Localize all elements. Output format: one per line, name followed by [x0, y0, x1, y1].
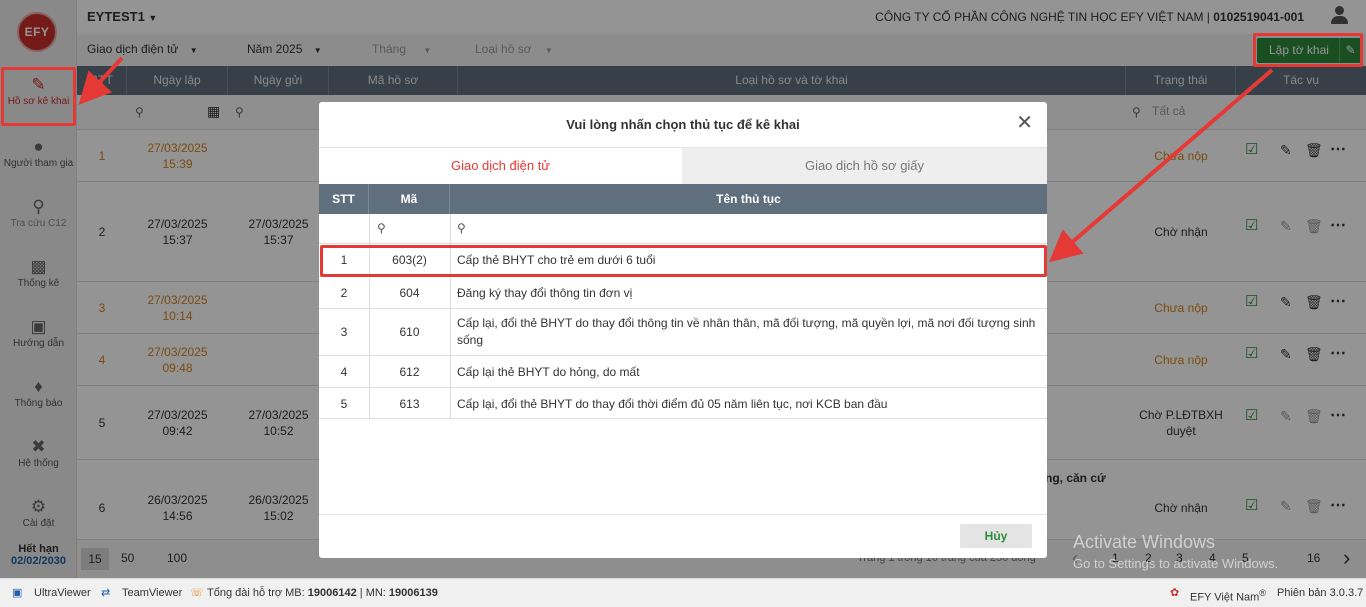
annotation-arrows — [78, 56, 1274, 263]
arrow-to-row — [1048, 68, 1274, 263]
arrow-to-sidebar — [78, 56, 124, 105]
